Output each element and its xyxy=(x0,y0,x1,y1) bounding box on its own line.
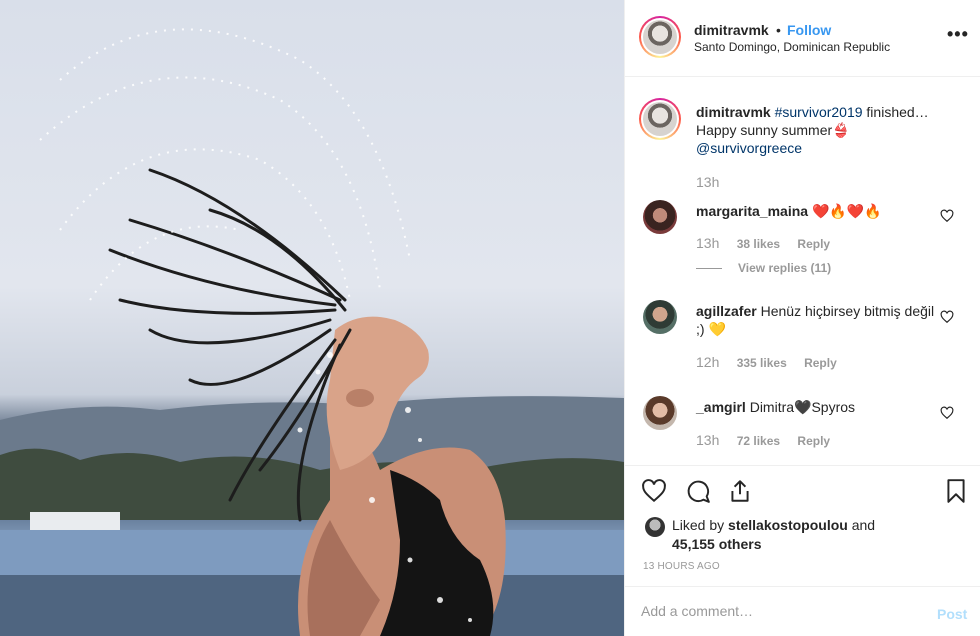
comment-like-heart-icon[interactable] xyxy=(940,406,954,420)
comment-meta: 13h 38 likes Reply xyxy=(696,235,830,251)
likes-count[interactable]: 45,155 others xyxy=(672,536,762,552)
follow-button[interactable]: Follow xyxy=(787,22,831,38)
comment-username[interactable]: _amgirl xyxy=(696,399,746,415)
comment-avatar[interactable] xyxy=(643,396,677,430)
bookmark-icon[interactable] xyxy=(943,478,969,504)
author-avatar[interactable] xyxy=(639,16,681,58)
comment-meta: 12h 335 likes Reply xyxy=(696,354,837,370)
post-photo[interactable] xyxy=(0,0,624,636)
caption-text: dimitravmk #survivor2019 finished… Happy… xyxy=(696,103,946,157)
photo-illustration xyxy=(0,28,624,636)
more-options-icon[interactable]: ••• xyxy=(947,24,969,45)
view-replies-button[interactable]: View replies (11) xyxy=(696,261,831,275)
liked-by-prefix: Liked by xyxy=(672,517,729,533)
heart-icon[interactable] xyxy=(641,478,667,504)
comment-username[interactable]: agillzafer xyxy=(696,303,757,319)
liked-by-and: and xyxy=(847,517,876,533)
author-username[interactable]: dimitravmk xyxy=(694,22,769,38)
post-header: dimitravmk • Follow Santo Domingo, Domin… xyxy=(625,0,980,77)
comment-time[interactable]: 13h xyxy=(696,235,719,251)
comment-input[interactable] xyxy=(641,601,921,621)
post-viewer: dimitravmk • Follow Santo Domingo, Domin… xyxy=(0,0,980,636)
liked-by-avatar[interactable] xyxy=(645,517,665,537)
reply-button[interactable]: Reply xyxy=(797,237,830,251)
post-sidebar: dimitravmk • Follow Santo Domingo, Domin… xyxy=(624,0,980,636)
comment-avatar[interactable] xyxy=(643,300,677,334)
caption-meta: 13h xyxy=(696,174,719,190)
comment-likes[interactable]: 38 likes xyxy=(737,237,780,251)
add-comment-bar: Post xyxy=(625,586,980,636)
post-actions: Liked by stellakostopoulou and 45,155 ot… xyxy=(625,465,980,586)
comment-time[interactable]: 13h xyxy=(696,432,719,448)
caption-username[interactable]: dimitravmk xyxy=(696,104,771,120)
comment-text: margarita_maina ❤️🔥❤️🔥 xyxy=(696,202,946,220)
view-replies-label: View replies (11) xyxy=(738,261,832,275)
comment-username[interactable]: margarita_maina xyxy=(696,203,808,219)
caption-mention[interactable]: @survivorgreece xyxy=(696,140,802,156)
comment-text: agillzafer Henüz hiçbirsey bitmiş değil … xyxy=(696,302,936,338)
comment-like-heart-icon[interactable] xyxy=(940,209,954,223)
caption-time[interactable]: 13h xyxy=(696,174,719,190)
comments-list[interactable]: dimitravmk #survivor2019 finished… Happy… xyxy=(625,78,980,465)
liked-by-text: Liked by stellakostopoulou and 45,155 ot… xyxy=(672,516,875,554)
post-comment-button[interactable]: Post xyxy=(937,606,967,622)
post-timestamp[interactable]: 13 HOURS AGO xyxy=(643,561,720,572)
comment-text: _amgirl Dimitra🖤Spyros xyxy=(696,398,946,416)
caption-hashtag[interactable]: #survivor2019 xyxy=(775,104,863,120)
comment-bubble-icon[interactable] xyxy=(685,478,711,504)
reply-button[interactable]: Reply xyxy=(804,356,837,370)
comment-body: Dimitra🖤Spyros xyxy=(749,399,856,415)
caption-text-line2: Happy sunny summer👙 xyxy=(696,122,850,138)
post-location[interactable]: Santo Domingo, Dominican Republic xyxy=(694,40,890,54)
reply-button[interactable]: Reply xyxy=(797,434,830,448)
comment-meta: 13h 72 likes Reply xyxy=(696,432,830,448)
comment-like-heart-icon[interactable] xyxy=(940,310,954,324)
comment-avatar[interactable] xyxy=(643,200,677,234)
comment-time[interactable]: 12h xyxy=(696,354,719,370)
comment-likes[interactable]: 72 likes xyxy=(737,434,780,448)
liked-by-user[interactable]: stellakostopoulou xyxy=(728,517,848,533)
separator-dot: • xyxy=(776,22,781,38)
share-icon[interactable] xyxy=(727,478,753,504)
caption-author-avatar[interactable] xyxy=(639,98,681,140)
caption-text-line1: finished… xyxy=(862,104,929,120)
comment-body: ❤️🔥❤️🔥 xyxy=(811,203,882,219)
comment-likes[interactable]: 335 likes xyxy=(737,356,787,370)
replies-divider xyxy=(696,268,722,270)
